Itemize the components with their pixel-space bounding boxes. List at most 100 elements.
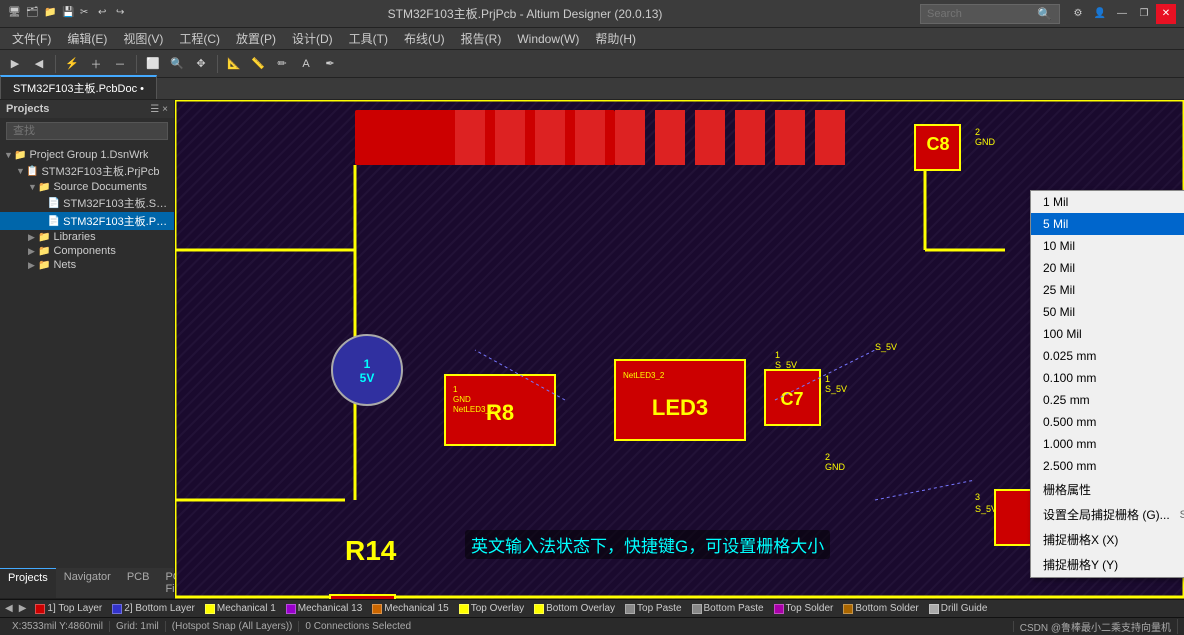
- cm-item-100mil[interactable]: 100 Mil: [1031, 323, 1184, 345]
- cm-item-25mil[interactable]: 25 Mil: [1031, 279, 1184, 301]
- panel-tab-navigator[interactable]: Navigator: [56, 568, 119, 598]
- toolbar-btn-7[interactable]: A: [295, 53, 317, 75]
- close-btn[interactable]: ✕: [1156, 4, 1176, 24]
- cm-item-0100mm[interactable]: 0.100 mm: [1031, 367, 1184, 389]
- layer-btn-toppaste[interactable]: Top Paste: [621, 602, 685, 615]
- menu-item-c[interactable]: 工程(C): [171, 28, 228, 49]
- layer-btn-bottomsolder[interactable]: Bottom Solder: [839, 602, 922, 615]
- toolbar-btn-6[interactable]: ✏: [271, 53, 293, 75]
- tree-item-prjpcb[interactable]: ▼📋STM32F103主板.PrjPcb: [0, 162, 174, 180]
- menu-icon2[interactable]: 📁: [44, 7, 58, 21]
- menu-icon4[interactable]: ✂: [80, 7, 94, 21]
- tree-item-nets[interactable]: ▶📁Nets: [0, 258, 174, 272]
- toolbar-btn-plus[interactable]: ＋: [85, 53, 107, 75]
- layer-btn-drillguide[interactable]: Drill Guide: [925, 602, 992, 615]
- menu-item-r[interactable]: 报告(R): [453, 28, 510, 49]
- layer-btn-2bottomlayer[interactable]: 2] Bottom Layer: [108, 602, 199, 615]
- tree-item-schc[interactable]: 📄STM32F103主板.SchC: [0, 194, 174, 212]
- panel-close-icon[interactable]: ×: [162, 104, 168, 115]
- cm-item-20mil[interactable]: 20 Mil: [1031, 257, 1184, 279]
- tree-item-pcb[interactable]: 📄STM32F103主板.PcbC: [0, 212, 174, 230]
- panel-tab-pcb[interactable]: PCB: [119, 568, 158, 598]
- menu-item-d[interactable]: 设计(D): [284, 28, 341, 49]
- toolbar-btn-minus[interactable]: －: [109, 53, 131, 75]
- menu-item-v[interactable]: 视图(V): [115, 28, 171, 49]
- layer-btn-mechanical15[interactable]: Mechanical 15: [368, 602, 452, 615]
- menu-item-windoww[interactable]: Window(W): [509, 30, 587, 48]
- svg-text:2: 2: [825, 452, 830, 462]
- toolbar-btn-move[interactable]: ✥: [190, 53, 212, 75]
- cm-item-[interactable]: 栅格属性Ctrl+G: [1031, 477, 1184, 502]
- layer-btn-topsolder[interactable]: Top Solder: [770, 602, 838, 615]
- toolbar-btn-1[interactable]: ▶: [4, 53, 26, 75]
- cm-item-yy[interactable]: 捕捉栅格Y (Y)▶: [1031, 552, 1184, 577]
- layer-color-dot: [286, 604, 296, 614]
- layer-color-dot: [774, 604, 784, 614]
- cm-item-50mil[interactable]: 50 Mil: [1031, 301, 1184, 323]
- toolbar-btn-2[interactable]: ◀: [28, 53, 50, 75]
- layer-btn-bottompaste[interactable]: Bottom Paste: [688, 602, 768, 615]
- tree-item-icon: 📄: [48, 216, 60, 227]
- maximize-btn[interactable]: ❐: [1134, 4, 1154, 24]
- cm-item-1mil[interactable]: 1 Mil: [1031, 191, 1184, 213]
- layer-btn-bottomoverlay[interactable]: Bottom Overlay: [530, 602, 619, 615]
- menu-icon6[interactable]: ↪: [116, 7, 130, 21]
- menu-item-h[interactable]: 帮助(H): [587, 28, 644, 49]
- minimize-btn[interactable]: —: [1112, 4, 1132, 24]
- global-search-input[interactable]: [927, 8, 1037, 20]
- project-search-input[interactable]: [6, 122, 168, 140]
- layer-next-btn[interactable]: ▶: [16, 603, 30, 614]
- layer-color-dot: [459, 604, 469, 614]
- layer-btn-mechanical1[interactable]: Mechanical 1: [201, 602, 280, 615]
- user-icon[interactable]: 👤: [1090, 4, 1110, 24]
- toolbar-btn-zoom[interactable]: 🔍: [166, 53, 188, 75]
- cm-item-g[interactable]: 设置全局捕捉栅格 (G)...Shift+Ctrl+G: [1031, 502, 1184, 527]
- toolbar-btn-8[interactable]: ✒: [319, 53, 341, 75]
- cm-item-5mil[interactable]: 5 Mil: [1031, 213, 1184, 235]
- cm-item-0025mm[interactable]: 0.025 mm: [1031, 345, 1184, 367]
- menu-item-p[interactable]: 放置(P): [228, 28, 284, 49]
- document-tab[interactable]: STM32F103主板.PcbDoc •: [0, 75, 157, 99]
- menu-item-e[interactable]: 编辑(E): [59, 28, 115, 49]
- toolbar-btn-4[interactable]: 📐: [223, 53, 245, 75]
- layer-color-dot: [929, 604, 939, 614]
- cm-item-label: 100 Mil: [1043, 327, 1082, 341]
- menu-icon5[interactable]: ↩: [98, 7, 112, 21]
- cm-item-2500mm[interactable]: 2.500 mm: [1031, 455, 1184, 477]
- menu-item-f[interactable]: 文件(F): [4, 28, 59, 49]
- menu-icon1[interactable]: 🗂: [26, 7, 40, 21]
- layer-color-dot: [35, 604, 45, 614]
- tree-item-libraries[interactable]: ▶📁Libraries: [0, 230, 174, 244]
- layer-btn-topoverlay[interactable]: Top Overlay: [455, 602, 528, 615]
- layer-btn-1toplayer[interactable]: 1] Top Layer: [31, 602, 106, 615]
- svg-text:R14: R14: [345, 535, 397, 566]
- cm-item-10mil[interactable]: 10 Mil: [1031, 235, 1184, 257]
- cm-item-025mm[interactable]: 0.25 mm: [1031, 389, 1184, 411]
- panel-tab-projects[interactable]: Projects: [0, 568, 56, 598]
- settings-icon[interactable]: ⚙: [1068, 4, 1088, 24]
- menu-icon3[interactable]: 💾: [62, 7, 76, 21]
- cm-item-xx[interactable]: 捕捉栅格X (X)▶: [1031, 527, 1184, 552]
- cm-item-0500mm[interactable]: 0.500 mm: [1031, 411, 1184, 433]
- search-icon: 🔍: [1037, 7, 1052, 21]
- pcb-canvas-area[interactable]: C8 2 GND R8 1 GND NetLED3_2 LED3 NetLED3…: [175, 100, 1184, 599]
- toolbar-btn-3d[interactable]: ⬜: [142, 53, 164, 75]
- cm-item-label: 25 Mil: [1043, 283, 1075, 297]
- tree-item-icon: 📁: [14, 150, 26, 161]
- layer-btn-mechanical13[interactable]: Mechanical 13: [282, 602, 366, 615]
- cm-item-label: 1.000 mm: [1043, 437, 1096, 451]
- menu-item-u[interactable]: 布线(U): [396, 28, 453, 49]
- layer-prev-btn[interactable]: ◀: [2, 603, 16, 614]
- menu-item-t[interactable]: 工具(T): [341, 28, 396, 49]
- tree-item-source[interactable]: ▼📁Source Documents: [0, 180, 174, 194]
- cm-item-1000mm[interactable]: 1.000 mm: [1031, 433, 1184, 455]
- layer-color-dot: [692, 604, 702, 614]
- menu-bar: 文件(F)编辑(E)视图(V)工程(C)放置(P)设计(D)工具(T)布线(U)…: [0, 28, 1184, 50]
- tree-item-group[interactable]: ▼📁Project Group 1.DsnWrk: [0, 148, 174, 162]
- global-search-box[interactable]: 🔍: [920, 4, 1060, 24]
- toolbar-btn-filter[interactable]: ⚡: [61, 53, 83, 75]
- status-bar: X:3533mil Y:4860mil Grid: 1mil (Hotspot …: [0, 617, 1184, 635]
- tree-item-components[interactable]: ▶📁Components: [0, 244, 174, 258]
- panel-menu-icon[interactable]: ☰: [150, 104, 159, 115]
- toolbar-btn-5[interactable]: 📏: [247, 53, 269, 75]
